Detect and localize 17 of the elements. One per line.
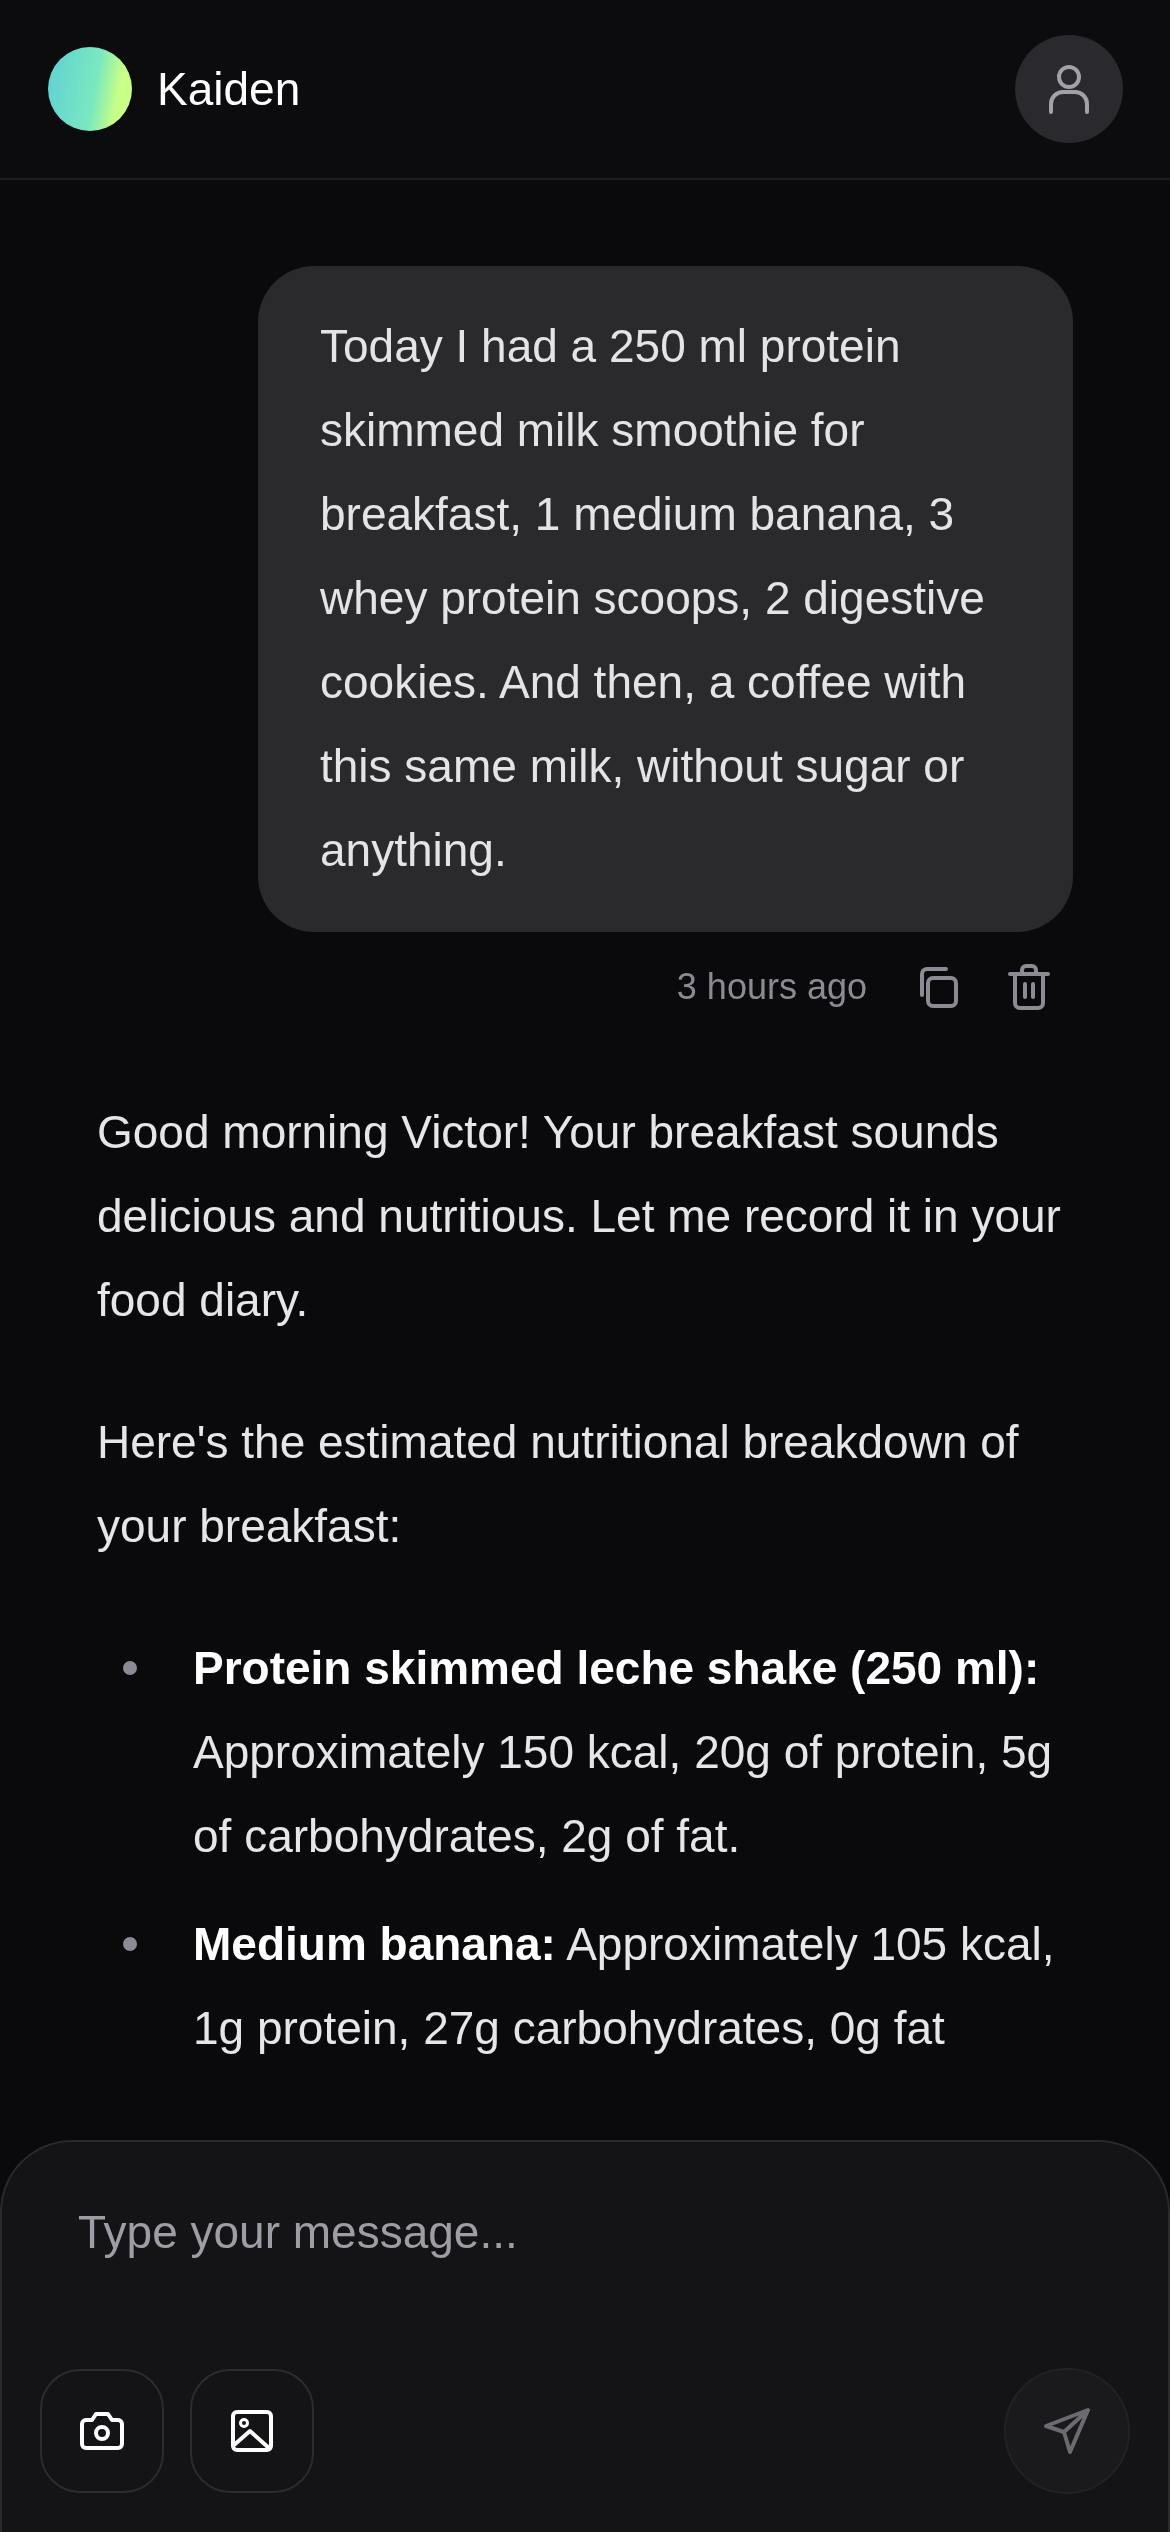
bullet-icon [123,1937,137,1951]
assistant-paragraph: Good morning Victor! Your breakfast sounds delicious and nutritious. Let me record it in your food diary. [97,1105,1062,1328]
assistant-name: Kaiden [157,62,302,116]
list-item-text: Protein skimmed leche shake (250 ml): Approximately 150 kcal, 20g of protein, 5g of carbohydrates, 2g of fat. [193,1641,1054,1864]
camera-icon [79,2411,125,2451]
send-icon [1042,2406,1092,2456]
camera-button[interactable] [40,2369,164,2493]
bullet-icon [123,1661,137,1675]
user-icon [1046,64,1092,114]
image-button[interactable] [190,2369,314,2493]
image-icon [230,2409,274,2453]
delete-icon[interactable] [1007,964,1051,1010]
message-time: 3 hours ago [676,966,867,1008]
list-item-text: Medium banana: Approximately 105 kcal, 1g protein, 27g carbohydrates, 0g fat [193,1917,1056,2056]
message-input[interactable]: Type your message... [40,2202,1130,2262]
assistant-paragraph: Here's the estimated nutritional breakdown of your breakfast: [97,1415,1020,1554]
user-message: Today I had a 250 ml protein skimmed milk smoothie for breakfast, 1 medium banana, 3 whey protein scoops, 2 digestive cookies. And then, a coffee with this same milk, without sugar or anything. [258,266,1073,932]
